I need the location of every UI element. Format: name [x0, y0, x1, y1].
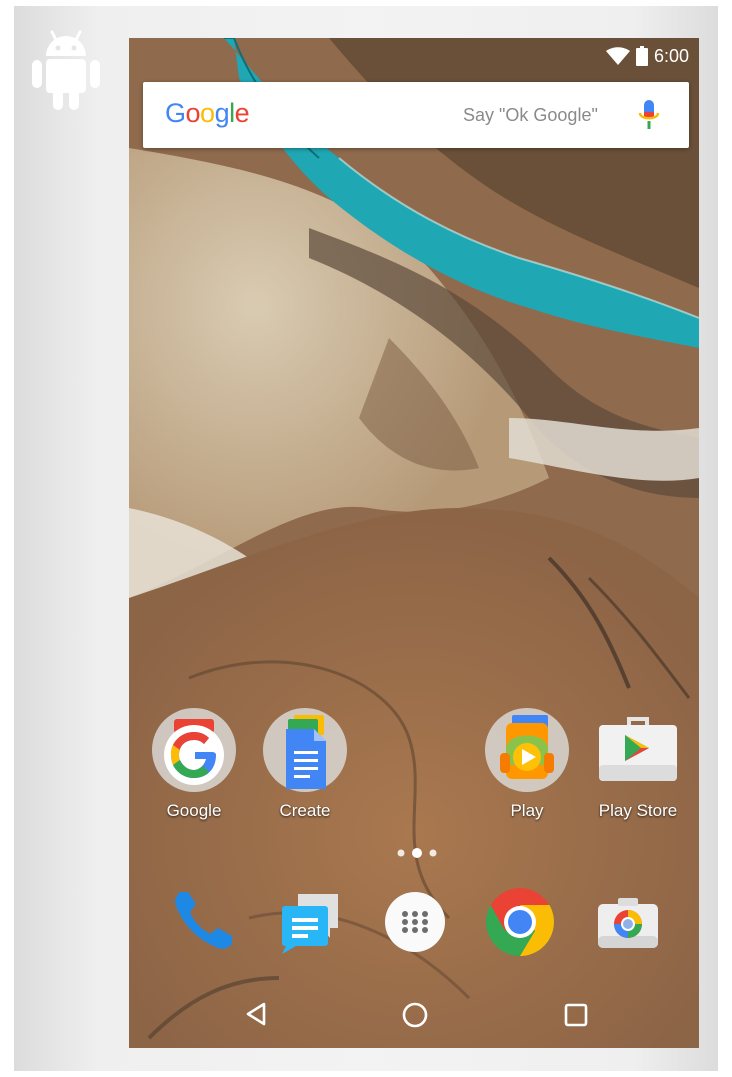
dock-chrome[interactable] — [484, 886, 556, 958]
google-letter: g — [214, 98, 230, 128]
app-play-store[interactable]: Play Store — [583, 705, 693, 821]
dock-phone[interactable] — [166, 886, 238, 958]
page-indicator — [397, 848, 437, 858]
app-play-folder[interactable]: Play — [472, 705, 582, 821]
dock-messenger[interactable] — [272, 886, 344, 958]
phone-screen: 6:00 Google Say "Ok Google" Google Creat… — [129, 38, 699, 1048]
microphone-icon[interactable] — [637, 100, 661, 132]
android-logo-icon — [32, 30, 100, 110]
app-label: Play — [510, 801, 544, 820]
camera-icon — [598, 898, 658, 948]
wifi-icon — [605, 47, 630, 65]
search-hint: Say "Ok Google" — [463, 105, 598, 125]
google-letter: e — [234, 98, 250, 128]
messenger-icon — [282, 894, 338, 954]
dock-app-drawer[interactable] — [379, 886, 451, 958]
app-drawer-icon — [385, 892, 445, 952]
page-dot — [429, 849, 437, 857]
battery-icon — [635, 46, 648, 66]
google-folder-icon — [149, 705, 239, 795]
status-time: 6:00 — [653, 45, 689, 66]
google-letter: G — [165, 98, 186, 128]
back-icon[interactable] — [242, 1000, 270, 1028]
chrome-icon — [486, 888, 554, 956]
google-letter: o — [200, 98, 215, 128]
app-label: Play Store — [598, 801, 678, 820]
home-icon[interactable] — [401, 1001, 429, 1029]
app-label: Create — [279, 801, 331, 820]
google-wordmark: Google — [165, 98, 250, 129]
app-google-folder[interactable]: Google — [139, 705, 249, 821]
recents-icon[interactable] — [562, 1001, 590, 1029]
app-label: Google — [166, 801, 222, 820]
status-bar: 6:00 — [605, 44, 689, 68]
play-folder-icon — [482, 705, 572, 795]
phone-icon — [175, 892, 232, 949]
page-dot-current — [412, 848, 422, 858]
app-create-folder[interactable]: Create — [250, 705, 360, 821]
google-letter: o — [185, 98, 201, 128]
dock-camera[interactable] — [592, 886, 664, 958]
page-dot — [397, 849, 405, 857]
docs-folder-icon — [260, 705, 350, 795]
google-search-bar[interactable]: Google Say "Ok Google" — [143, 82, 689, 148]
play-store-icon — [593, 705, 683, 795]
